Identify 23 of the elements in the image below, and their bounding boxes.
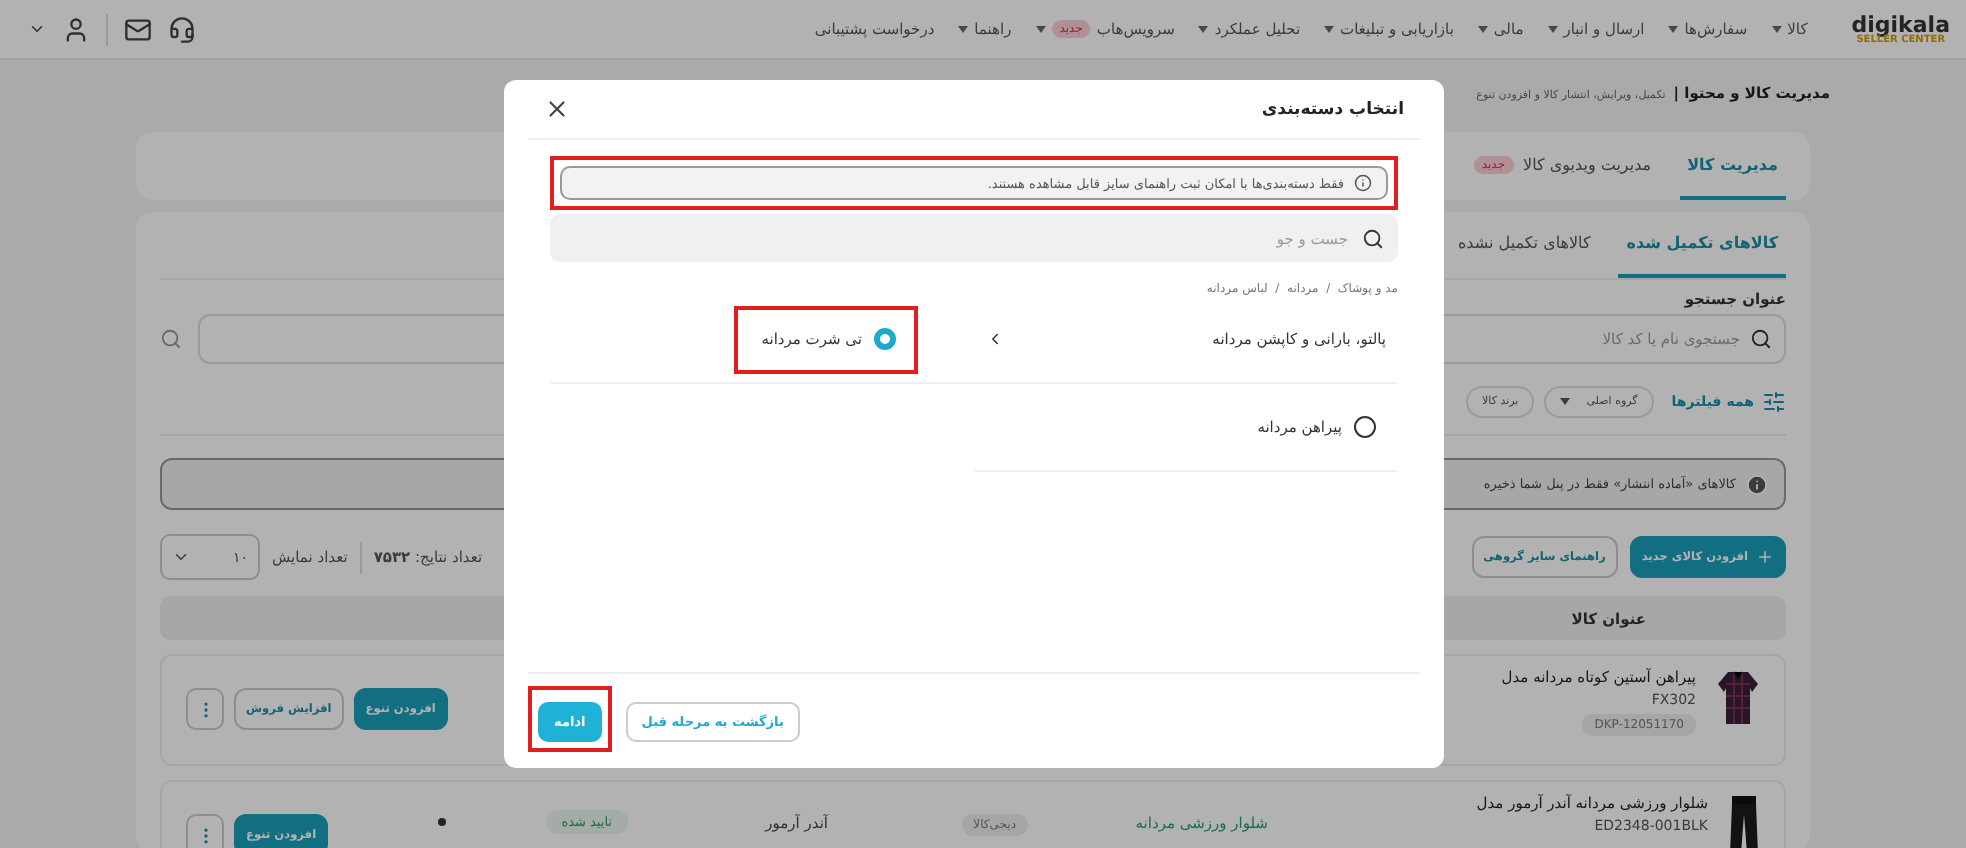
info-icon [1746,473,1768,495]
radio-button[interactable] [874,328,896,350]
headset-icon[interactable] [168,15,196,43]
filter-icon [1762,389,1786,413]
content-tab[interactable]: کالاهای تکمیل نشده [1449,212,1599,278]
plus-icon [1756,548,1774,566]
page-tab[interactable]: مدیریت کالا [1679,132,1786,200]
chevron-down-icon [172,548,190,566]
caret-icon[interactable] [28,20,46,38]
caret-icon [1560,397,1571,405]
search-icon [1750,328,1772,350]
content-tab[interactable]: کالاهای تکمیل شده [1618,212,1786,278]
chevron-icon [986,330,1004,348]
logo-text: digikala [1851,13,1950,35]
search-icon[interactable] [160,328,182,350]
radio-button[interactable] [1354,416,1376,438]
dot-icon [437,818,446,826]
close-icon[interactable] [544,96,570,122]
mail-icon[interactable] [124,15,152,43]
search-icon [1362,227,1384,249]
dialog-title: انتخاب دسته‌بندی [1261,99,1404,119]
info-icon [1354,174,1372,192]
user-icon[interactable] [62,15,90,43]
